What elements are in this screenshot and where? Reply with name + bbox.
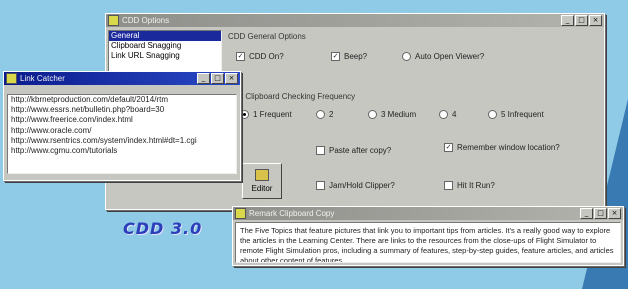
editor-button-label: Editor: [251, 184, 273, 193]
minimize-icon[interactable]: _: [580, 208, 593, 219]
hold-check-box[interactable]: [316, 181, 325, 190]
frequency-option-4[interactable]: 4: [439, 110, 456, 119]
frequency-option-3[interactable]: 3 Medium: [368, 110, 416, 119]
hit-it-checkbox[interactable]: Hit It Run?: [444, 181, 495, 190]
remember-location-checkbox[interactable]: ✓ Remember window location?: [444, 143, 560, 152]
editor-icon: [255, 169, 269, 181]
link-item[interactable]: http://www.freerice.com/index.html: [8, 115, 236, 125]
paste-label: Paste after copy?: [329, 146, 392, 155]
frequency-radio-3[interactable]: [368, 110, 377, 119]
beep-checkbox[interactable]: ✓ Beep?: [331, 52, 367, 61]
link-item[interactable]: http://www.cgmu.com/tutorials: [8, 146, 236, 156]
maximize-icon[interactable]: □: [575, 15, 588, 26]
hold-label: Jam/Hold Clipper?: [329, 181, 395, 190]
link-catcher-window: Link Catcher _ □ × http://kbrnetproducti…: [3, 71, 241, 181]
beep-label: Beep?: [344, 52, 368, 61]
category-item-general[interactable]: General: [109, 31, 221, 41]
minimize-icon[interactable]: _: [197, 73, 210, 84]
link-item[interactable]: http://www.essrs.net/bulletin.php?board=…: [8, 105, 236, 115]
frequency-option-1[interactable]: 1 Frequent: [240, 110, 292, 119]
link-list[interactable]: http://kbrnetproduction.com/default/2014…: [7, 94, 237, 174]
paste-after-copy-checkbox[interactable]: Paste after copy?: [316, 146, 391, 155]
category-item-link[interactable]: Link URL Snagging: [109, 51, 221, 61]
frequency-label-3: 3 Medium: [381, 110, 417, 119]
cdd-on-check-box[interactable]: ✓: [236, 52, 245, 61]
frequency-label-4: 4: [452, 110, 457, 119]
cdd-on-checkbox[interactable]: ✓ CDD On?: [236, 52, 284, 61]
clipboard-copy-icon: [235, 208, 246, 219]
clipboard-copy-titlebar[interactable]: Remark Clipboard Copy _ □ ×: [233, 207, 623, 220]
link-catcher-titlebar[interactable]: Link Catcher _ □ ×: [4, 72, 240, 85]
frequency-radio-1[interactable]: [240, 110, 249, 119]
auto-open-radio-button[interactable]: [402, 52, 411, 61]
cdd-on-label: CDD On?: [249, 52, 284, 61]
cdd-logo: CDD 3.0: [123, 219, 203, 238]
frequency-label-1: 1 Frequent: [253, 110, 292, 119]
clipboard-copy-title: Remark Clipboard Copy: [249, 209, 335, 218]
link-item[interactable]: http://www.rsentrics.com/system/index.ht…: [8, 136, 236, 146]
app-icon: [108, 15, 119, 26]
options-window-titlebar[interactable]: CDD Options _ □ ×: [106, 14, 604, 27]
maximize-icon[interactable]: □: [211, 73, 224, 84]
frequency-label-2: 2: [329, 110, 334, 119]
general-options-heading: CDD General Options: [228, 32, 306, 41]
frequency-heading: Pick Clipboard Checking Frequency: [228, 92, 356, 101]
hold-clipper-checkbox[interactable]: Jam/Hold Clipper?: [316, 181, 395, 190]
hit-it-label: Hit It Run?: [457, 181, 495, 190]
link-item[interactable]: http://kbrnetproduction.com/default/2014…: [8, 95, 236, 105]
close-icon[interactable]: ×: [225, 73, 238, 84]
remember-label: Remember window location?: [457, 143, 560, 152]
category-item-clipboard[interactable]: Clipboard Snagging: [109, 41, 221, 51]
clipboard-copy-window: Remark Clipboard Copy _ □ × The Five Top…: [232, 206, 624, 266]
frequency-label-5: 5 Infrequent: [501, 110, 544, 119]
editor-button[interactable]: Editor: [242, 163, 282, 199]
minimize-icon[interactable]: _: [561, 15, 574, 26]
maximize-icon[interactable]: □: [594, 208, 607, 219]
beep-check-box[interactable]: ✓: [331, 52, 340, 61]
link-catcher-icon: [6, 73, 17, 84]
close-icon[interactable]: ×: [589, 15, 602, 26]
frequency-option-5[interactable]: 5 Infrequent: [488, 110, 544, 119]
frequency-radio-4[interactable]: [439, 110, 448, 119]
link-item[interactable]: http://www.oracle.com/: [8, 126, 236, 136]
clipboard-text[interactable]: The Five Topics that feature pictures th…: [235, 222, 621, 263]
frequency-option-2[interactable]: 2: [316, 110, 333, 119]
paste-check-box[interactable]: [316, 146, 325, 155]
link-catcher-title: Link Catcher: [20, 74, 65, 83]
frequency-radio-5[interactable]: [488, 110, 497, 119]
remember-check-box[interactable]: ✓: [444, 143, 453, 152]
hit-it-check-box[interactable]: [444, 181, 453, 190]
auto-open-label: Auto Open Viewer?: [415, 52, 485, 61]
close-icon[interactable]: ×: [608, 208, 621, 219]
options-window-title: CDD Options: [122, 16, 170, 25]
auto-open-radio[interactable]: Auto Open Viewer?: [402, 52, 484, 61]
options-category-list[interactable]: General Clipboard Snagging Link URL Snag…: [108, 30, 222, 72]
frequency-radio-2[interactable]: [316, 110, 325, 119]
